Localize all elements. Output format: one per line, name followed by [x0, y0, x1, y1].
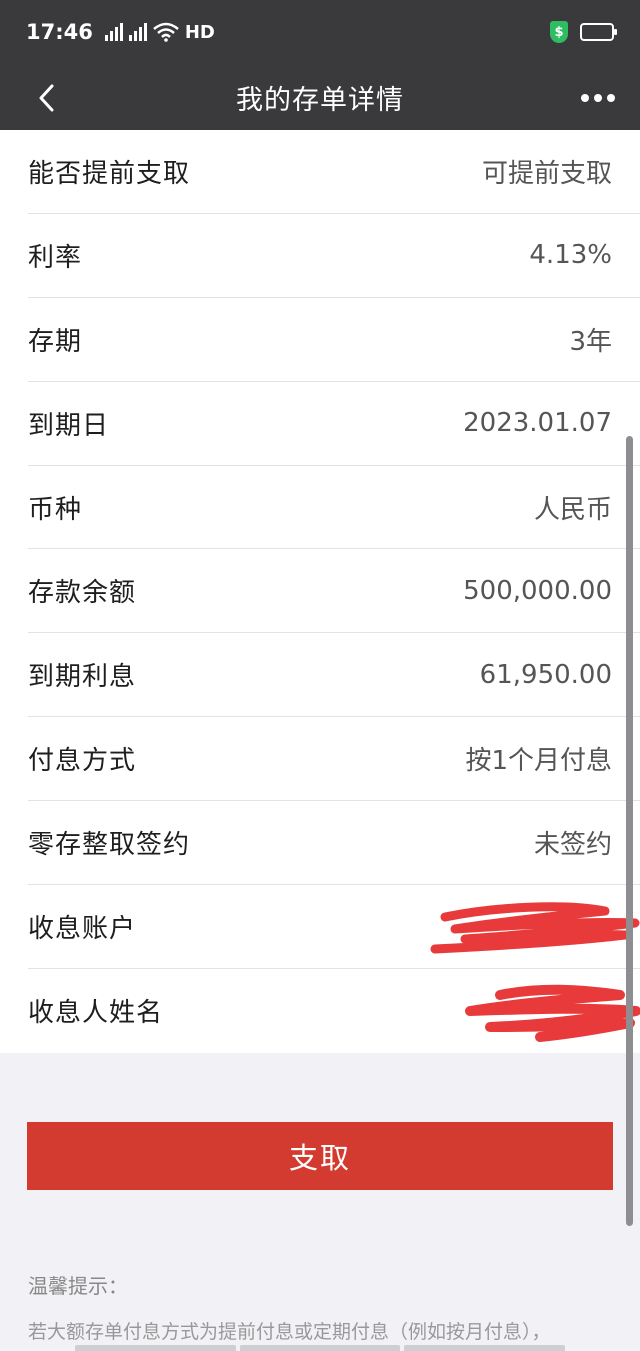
detail-value: 2023.01.07	[463, 408, 612, 439]
redaction-scribble	[430, 902, 640, 954]
tips-title: 温馨提示：	[28, 1274, 128, 1298]
detail-label: 存款余额	[28, 578, 137, 609]
detail-value: 人民币	[533, 494, 612, 525]
detail-row-maturity-interest: 到期利息 61,950.00	[28, 633, 640, 718]
detail-row-signing-status: 零存整取签约 未签约	[28, 801, 640, 886]
detail-label: 能否提前支取	[28, 158, 191, 189]
detail-label: 到期日	[28, 410, 110, 441]
scrollbar[interactable]	[626, 436, 633, 1226]
detail-value: 500,000.00	[463, 575, 612, 606]
detail-row-currency: 币种 人民币	[28, 466, 640, 550]
detail-row-payment-method: 付息方式 按1个月付息	[28, 717, 640, 802]
detail-value: 未签约	[533, 830, 612, 861]
detail-value: 61,950.00	[479, 659, 612, 690]
back-button[interactable]	[26, 78, 66, 118]
detail-label: 利率	[28, 242, 83, 273]
detail-row-recipient-name: 收息人姓名	[28, 969, 640, 1053]
security-shield-icon: $	[550, 21, 568, 43]
wifi-icon	[153, 22, 179, 42]
detail-label: 付息方式	[28, 746, 137, 777]
detail-row-maturity-date: 到期日 2023.01.07	[28, 382, 640, 466]
page-title: 我的存单详情	[236, 84, 404, 116]
navigation-bar: 我的存单详情	[0, 64, 640, 130]
signal-icon	[104, 23, 123, 41]
detail-value: 按1个月付息	[465, 746, 612, 777]
bottom-toolbar-edge	[75, 1345, 566, 1351]
deposit-details-list: 能否提前支取 可提前支取 利率 4.13% 存期 3年 到期日 2023.01.…	[0, 130, 640, 1053]
status-time: 17:46	[26, 20, 93, 44]
detail-value: 3年	[569, 326, 612, 357]
detail-row-interest-rate: 利率 4.13%	[28, 214, 640, 298]
detail-row-term: 存期 3年	[28, 298, 640, 382]
more-horizontal-icon	[581, 94, 589, 102]
redaction-scribble	[465, 984, 640, 1042]
detail-label: 存期	[28, 326, 83, 357]
detail-label: 币种	[28, 494, 83, 525]
signal-icon	[128, 23, 147, 41]
detail-row-early-withdrawal: 能否提前支取 可提前支取	[28, 130, 640, 214]
chevron-left-icon	[39, 84, 54, 112]
status-bar: 17:46 HD $	[0, 0, 640, 64]
detail-label: 收息账户	[28, 913, 137, 944]
withdraw-button[interactable]: 支取	[27, 1122, 613, 1190]
detail-value: 可提前支取	[481, 158, 612, 189]
detail-label: 收息人姓名	[28, 998, 164, 1029]
battery-icon	[580, 23, 617, 41]
detail-value: 4.13%	[529, 240, 612, 271]
more-button[interactable]	[578, 80, 618, 116]
tips-text: 若大额存单付息方式为提前付息或定期付息（例如按月付息），	[28, 1321, 551, 1343]
detail-row-interest-account: 收息账户	[28, 885, 640, 969]
hd-label: HD	[184, 21, 215, 43]
detail-label: 到期利息	[28, 662, 137, 693]
detail-row-balance: 存款余额 500,000.00	[28, 549, 640, 634]
detail-label: 零存整取签约	[28, 830, 191, 861]
